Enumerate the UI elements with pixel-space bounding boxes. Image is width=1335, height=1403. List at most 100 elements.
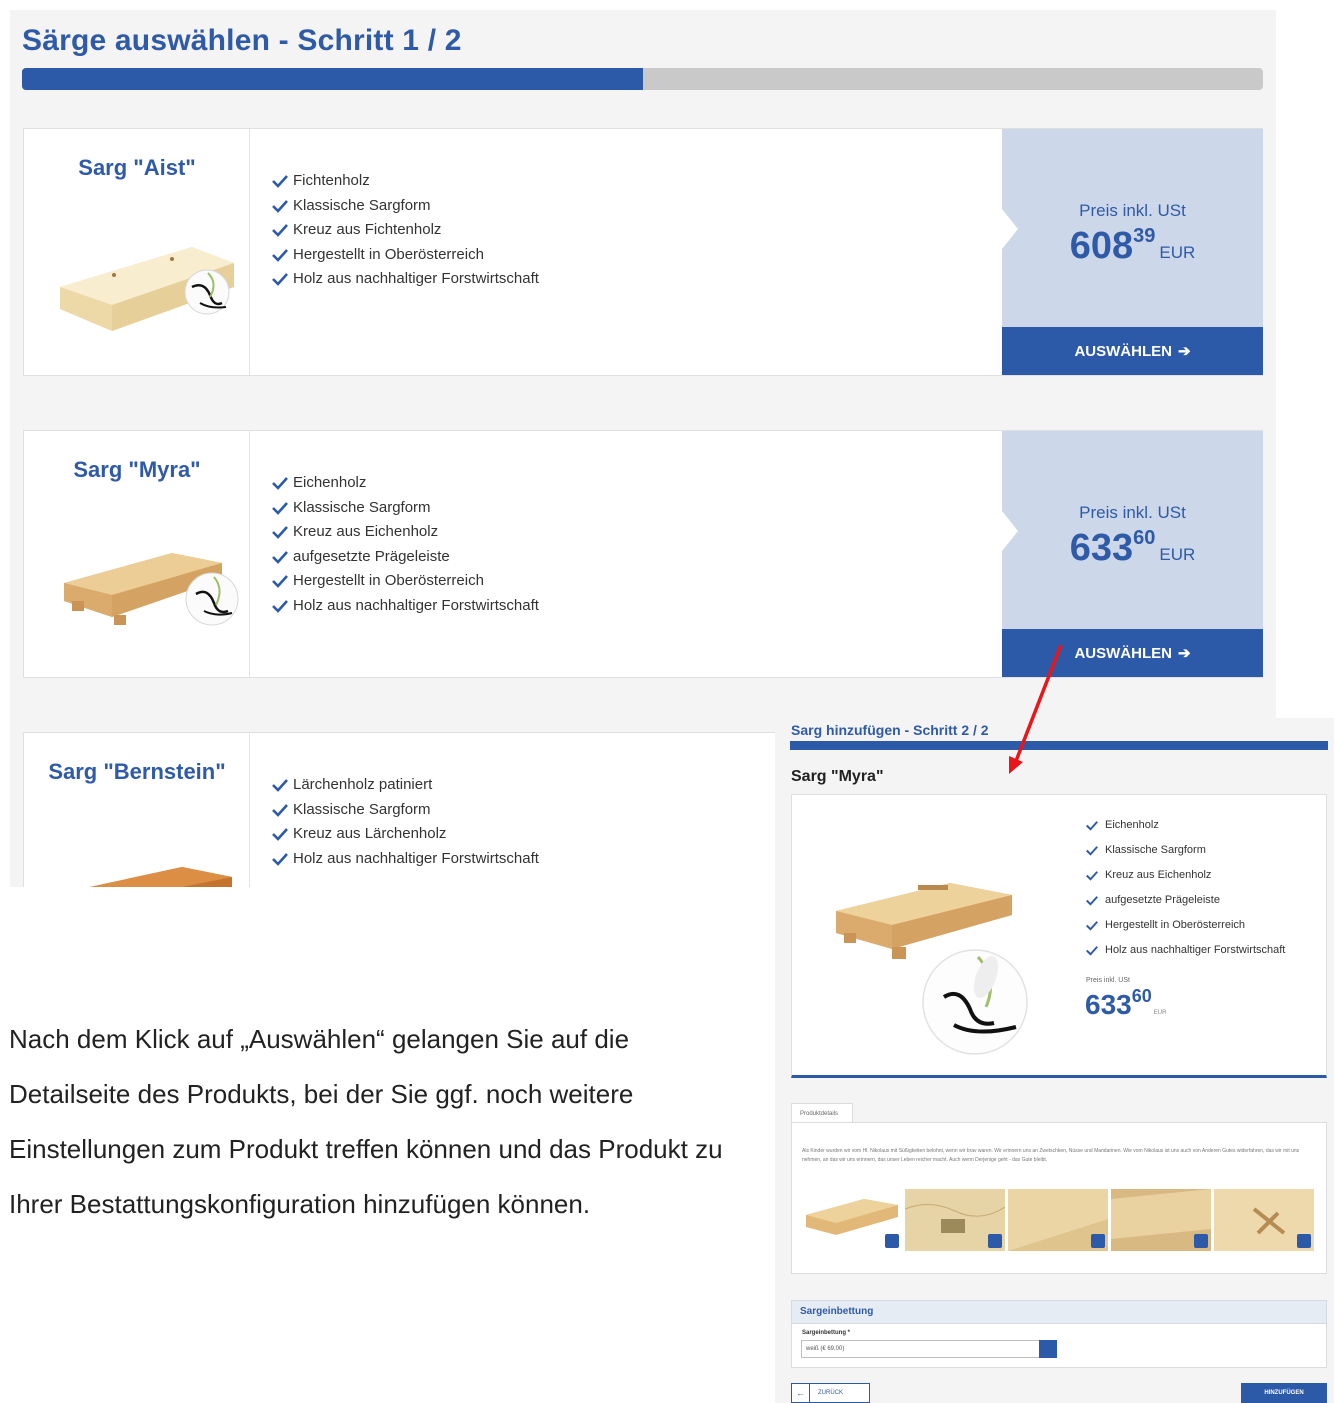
- feature-item: Hergestellt in Oberösterreich: [272, 243, 539, 268]
- feature-text: aufgesetzte Prägeleiste: [293, 547, 450, 565]
- feature-text: Klassische Sargform: [293, 498, 431, 516]
- feature-text: Klassische Sargform: [293, 196, 431, 214]
- feature-item: Klassische Sargform: [272, 194, 539, 219]
- feature-item: Hergestellt in Oberösterreich: [272, 569, 539, 594]
- feature-text: Kreuz aus Eichenholz: [1105, 869, 1212, 881]
- product-detail-card: Eichenholz Klassische Sargform Kreuz aus…: [791, 794, 1327, 1078]
- gallery-thumbnail[interactable]: [905, 1189, 1005, 1251]
- check-icon: [272, 828, 288, 842]
- field-label: Sargeinbettung *: [802, 1330, 851, 1336]
- price-integer: 633: [1085, 989, 1132, 1020]
- product-card-myra: Sarg "Myra" Eichenholz Klassische Sargfo…: [23, 430, 1263, 678]
- back-button-label: ZURÜCK: [818, 1390, 843, 1396]
- select-button[interactable]: AUSWÄHLEN ➔: [1002, 629, 1263, 677]
- feature-list: Eichenholz Klassische Sargform Kreuz aus…: [1086, 813, 1285, 963]
- feature-text: aufgesetzte Prägeleiste: [1105, 894, 1220, 906]
- price-decimal: 39: [1133, 225, 1156, 247]
- price-currency: EUR: [1159, 545, 1196, 564]
- feature-item: Holz aus nachhaltiger Forstwirtschaft: [1086, 938, 1285, 963]
- product-name: Sarg "Aist": [78, 155, 196, 180]
- product-name: Sarg "Myra": [791, 768, 884, 785]
- zoom-icon[interactable]: [988, 1234, 1002, 1248]
- select-button[interactable]: AUSWÄHLEN ➔: [1002, 327, 1263, 375]
- feature-list: Fichtenholz Klassische Sargform Kreuz au…: [272, 169, 539, 292]
- feature-text: Kreuz aus Lärchenholz: [293, 825, 447, 842]
- check-icon: [1086, 871, 1098, 881]
- feature-item: Eichenholz: [272, 471, 539, 496]
- check-icon: [272, 477, 288, 491]
- zoom-icon[interactable]: [1194, 1234, 1208, 1248]
- check-icon: [272, 550, 288, 564]
- arrow-left-icon: ←: [796, 1384, 810, 1402]
- feature-text: Kreuz aus Eichenholz: [293, 523, 439, 540]
- feature-text: Kreuz aus Fichtenholz: [293, 221, 442, 238]
- select-button-label: AUSWÄHLEN: [1074, 644, 1172, 662]
- feature-item: Holz aus nachhaltiger Forstwirtschaft: [272, 847, 539, 872]
- feature-text: Holz aus nachhaltiger Forstwirtschaft: [293, 849, 539, 867]
- price-label: Preis inkl. USt: [1086, 977, 1130, 984]
- check-icon: [272, 224, 288, 238]
- gallery-thumbnail[interactable]: [802, 1189, 902, 1251]
- price-label: Preis inkl. USt: [1079, 503, 1186, 522]
- coffin-image: [52, 539, 242, 651]
- progress-bar: [22, 68, 1263, 90]
- feature-item: Kreuz aus Eichenholz: [272, 520, 539, 545]
- product-card-aist: Sarg "Aist" Fichtenholz Klassische Sargf…: [23, 128, 1263, 376]
- price-currency: EUR: [1159, 243, 1196, 262]
- zoom-icon[interactable]: [1297, 1234, 1311, 1248]
- check-icon: [272, 575, 288, 589]
- back-button[interactable]: ← ZURÜCK: [791, 1383, 870, 1403]
- progress-fill: [22, 68, 643, 90]
- price-decimal: 60: [1131, 986, 1152, 1006]
- feature-item: Eichenholz: [1086, 813, 1285, 838]
- feature-text: Eichenholz: [293, 474, 367, 491]
- feature-text: Holz aus nachhaltiger Forstwirtschaft: [1105, 944, 1286, 956]
- product-image-column: Sarg "Myra": [24, 431, 250, 677]
- feature-text: Klassische Sargform: [1105, 844, 1206, 856]
- feature-list: Eichenholz Klassische Sargform Kreuz aus…: [272, 471, 539, 618]
- arrow-right-icon: ➔: [1177, 645, 1191, 662]
- add-button[interactable]: HINZUFÜGEN: [1241, 1383, 1327, 1403]
- feature-list: Lärchenholz patiniert Klassische Sargfor…: [272, 773, 539, 871]
- price-integer: 608: [1069, 225, 1134, 267]
- brand-logo: [920, 947, 1030, 1057]
- feature-item: Holz aus nachhaltiger Forstwirtschaft: [272, 267, 539, 292]
- feature-item: Kreuz aus Eichenholz: [1086, 863, 1285, 888]
- feature-text: Eichenholz: [1105, 819, 1159, 831]
- zoom-icon[interactable]: [1091, 1234, 1105, 1248]
- product-image-column: Sarg "Aist": [24, 129, 250, 375]
- check-icon: [272, 199, 288, 213]
- feature-text: Hergestellt in Oberösterreich: [1105, 919, 1246, 931]
- check-icon: [1086, 896, 1098, 906]
- gallery-thumbnail[interactable]: [1214, 1189, 1314, 1251]
- step2-title: Sarg hinzufügen - Schritt 2 / 2: [791, 722, 989, 738]
- feature-text: Holz aus nachhaltiger Forstwirtschaft: [293, 596, 539, 614]
- progress-bar: [790, 741, 1328, 750]
- zoom-icon[interactable]: [885, 1234, 899, 1248]
- feature-item: Kreuz aus Lärchenholz: [272, 822, 539, 847]
- feature-text: Klassische Sargform: [293, 800, 431, 818]
- feature-item: Klassische Sargform: [1086, 838, 1285, 863]
- check-icon: [272, 852, 288, 866]
- product-name: Sarg "Myra": [73, 457, 201, 482]
- gallery-thumbnail[interactable]: [1111, 1189, 1211, 1251]
- gallery-thumbnail[interactable]: [1008, 1189, 1108, 1251]
- tab-panel: Als Kinder wurden wir vom Hl. Nikolaus m…: [791, 1122, 1327, 1274]
- product-image-column: Sarg "Bernstein": [24, 733, 250, 887]
- arrow-right-icon: ➔: [1177, 343, 1191, 360]
- check-icon: [1086, 821, 1098, 831]
- sargeinbettung-select[interactable]: weiß (€ 69,00): [801, 1340, 1057, 1358]
- chevron-down-icon[interactable]: [1039, 1340, 1057, 1358]
- product-description: Als Kinder wurden wir vom Hl. Nikolaus m…: [802, 1148, 1300, 1163]
- price: 60839EUR: [1002, 225, 1263, 268]
- coffin-image: [52, 237, 242, 349]
- step2-panel: Sarg hinzufügen - Schritt 2 / 2 Sarg "My…: [775, 718, 1334, 1403]
- feature-text: Lärchenholz patiniert: [293, 776, 433, 793]
- product-name: Sarg "Bernstein": [48, 759, 226, 784]
- check-icon: [272, 175, 288, 189]
- tab-produktdetails[interactable]: Produktdetails: [791, 1103, 853, 1123]
- feature-item: aufgesetzte Prägeleiste: [272, 545, 539, 570]
- feature-text: Hergestellt in Oberösterreich: [293, 245, 484, 263]
- check-icon: [1086, 846, 1098, 856]
- feature-item: Klassische Sargform: [272, 798, 539, 823]
